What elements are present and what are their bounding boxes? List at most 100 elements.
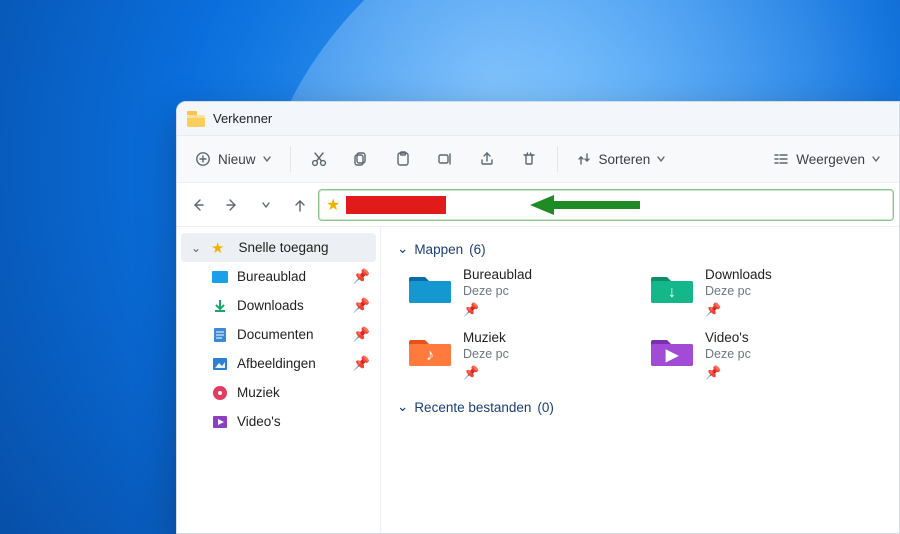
- chevron-down-icon: [262, 154, 272, 164]
- pictures-icon: [211, 355, 229, 373]
- sidebar-item-quick-access[interactable]: ⌄ ★ Snelle toegang: [181, 233, 376, 262]
- pin-icon: 📌: [463, 365, 509, 381]
- share-button[interactable]: [467, 142, 507, 176]
- sidebar-item-documents[interactable]: Documenten 📌: [177, 320, 380, 349]
- view-button[interactable]: Weergeven: [763, 142, 891, 176]
- copy-icon: [352, 150, 370, 168]
- svg-text:▶: ▶: [665, 347, 679, 364]
- pin-icon: 📌: [353, 355, 370, 372]
- section-recent-header[interactable]: ⌄ Recente bestanden (0): [397, 399, 885, 415]
- folder-name: Bureaublad: [463, 267, 532, 282]
- folder-icon: ▶: [649, 330, 695, 370]
- up-button[interactable]: [285, 190, 315, 220]
- sidebar-item-label: Video's: [237, 414, 370, 429]
- paste-icon: [394, 150, 412, 168]
- history-dropdown[interactable]: [251, 190, 281, 220]
- toolbar: Nieuw: [177, 136, 899, 183]
- arrow-left-icon: [190, 197, 206, 213]
- plus-circle-icon: [195, 151, 211, 167]
- titlebar[interactable]: Verkenner: [177, 102, 899, 136]
- back-button[interactable]: [183, 190, 213, 220]
- sidebar-item-label: Afbeeldingen: [237, 356, 345, 371]
- document-icon: [211, 326, 229, 344]
- section-count: (0): [537, 400, 554, 415]
- arrow-up-icon: [292, 197, 308, 213]
- cut-icon: [310, 150, 328, 168]
- view-button-label: Weergeven: [796, 152, 865, 167]
- sidebar-item-label: Bureaublad: [237, 269, 345, 284]
- address-text-redacted: [346, 196, 446, 214]
- toolbar-separator: [557, 146, 558, 172]
- cut-button[interactable]: [299, 142, 339, 176]
- chevron-down-icon: ⌄: [191, 241, 203, 255]
- new-button-label: Nieuw: [218, 152, 256, 167]
- delete-button[interactable]: [509, 142, 549, 176]
- annotation-arrow: [530, 190, 640, 220]
- forward-button[interactable]: [217, 190, 247, 220]
- star-icon: ★: [326, 195, 340, 215]
- folder-tile[interactable]: ↓ Downloads Deze pc 📌: [649, 267, 869, 318]
- view-icon: [773, 151, 789, 167]
- chevron-down-icon: [260, 199, 272, 211]
- pin-icon: 📌: [353, 326, 370, 343]
- sidebar-item-pictures[interactable]: Afbeeldingen 📌: [177, 349, 380, 378]
- sidebar-item-label: Downloads: [237, 298, 345, 313]
- chevron-down-icon: ⌄: [397, 399, 408, 415]
- music-icon: [211, 384, 229, 402]
- sidebar-item-downloads[interactable]: Downloads 📌: [177, 291, 380, 320]
- content-pane: ⌄ Mappen (6) Bureaublad Deze pc 📌 ↓: [381, 227, 899, 533]
- chevron-down-icon: ⌄: [397, 241, 408, 257]
- folder-sub: Deze pc: [463, 284, 532, 298]
- folder-name: Muziek: [463, 330, 509, 345]
- chevron-down-icon: [871, 154, 881, 164]
- section-label: Mappen: [414, 242, 463, 257]
- toolbar-separator: [290, 146, 291, 172]
- paste-button[interactable]: [383, 142, 423, 176]
- svg-text:♪: ♪: [426, 347, 434, 364]
- folder-sub: Deze pc: [705, 284, 772, 298]
- sidebar-item-label: Documenten: [237, 327, 345, 342]
- folder-sub: Deze pc: [463, 347, 509, 361]
- pin-icon: 📌: [705, 365, 751, 381]
- trash-icon: [520, 150, 538, 168]
- chevron-down-icon: [656, 154, 666, 164]
- star-icon: ★: [211, 239, 224, 257]
- folder-name: Video's: [705, 330, 751, 345]
- sidebar-item-label: Snelle toegang: [238, 240, 366, 255]
- folder-tile[interactable]: ▶ Video's Deze pc 📌: [649, 330, 869, 381]
- pin-icon: 📌: [353, 268, 370, 285]
- sidebar-item-label: Muziek: [237, 385, 370, 400]
- sort-button[interactable]: Sorteren: [566, 142, 677, 176]
- folder-sub: Deze pc: [705, 347, 751, 361]
- svg-text:↓: ↓: [668, 284, 676, 301]
- pin-icon: 📌: [353, 297, 370, 314]
- folder-icon: [407, 267, 453, 307]
- navigation-row: ★: [177, 183, 899, 227]
- section-count: (6): [469, 242, 486, 257]
- pin-icon: 📌: [705, 302, 772, 318]
- explorer-window: Verkenner Nieuw: [176, 101, 900, 534]
- sidebar-item-videos[interactable]: Video's: [177, 407, 380, 436]
- sidebar: ⌄ ★ Snelle toegang Bureaublad 📌 Download…: [177, 227, 381, 533]
- sort-icon: [576, 151, 592, 167]
- new-button[interactable]: Nieuw: [185, 142, 282, 176]
- folder-icon: ↓: [649, 267, 695, 307]
- folder-tile[interactable]: Bureaublad Deze pc 📌: [407, 267, 627, 318]
- share-icon: [478, 150, 496, 168]
- folder-tile[interactable]: ♪ Muziek Deze pc 📌: [407, 330, 627, 381]
- folder-grid: Bureaublad Deze pc 📌 ↓ Downloads Deze pc…: [407, 267, 885, 381]
- sort-button-label: Sorteren: [599, 152, 651, 167]
- arrow-right-icon: [224, 197, 240, 213]
- sidebar-item-music[interactable]: Muziek: [177, 378, 380, 407]
- rename-button[interactable]: [425, 142, 465, 176]
- body-area: ⌄ ★ Snelle toegang Bureaublad 📌 Download…: [177, 227, 899, 533]
- section-label: Recente bestanden: [414, 400, 531, 415]
- pin-icon: 📌: [463, 302, 532, 318]
- copy-button[interactable]: [341, 142, 381, 176]
- address-bar[interactable]: ★: [319, 190, 893, 220]
- app-icon: [187, 111, 205, 127]
- rename-icon: [436, 150, 454, 168]
- sidebar-item-desktop[interactable]: Bureaublad 📌: [177, 262, 380, 291]
- app-title: Verkenner: [213, 111, 272, 126]
- section-folders-header[interactable]: ⌄ Mappen (6): [397, 241, 885, 257]
